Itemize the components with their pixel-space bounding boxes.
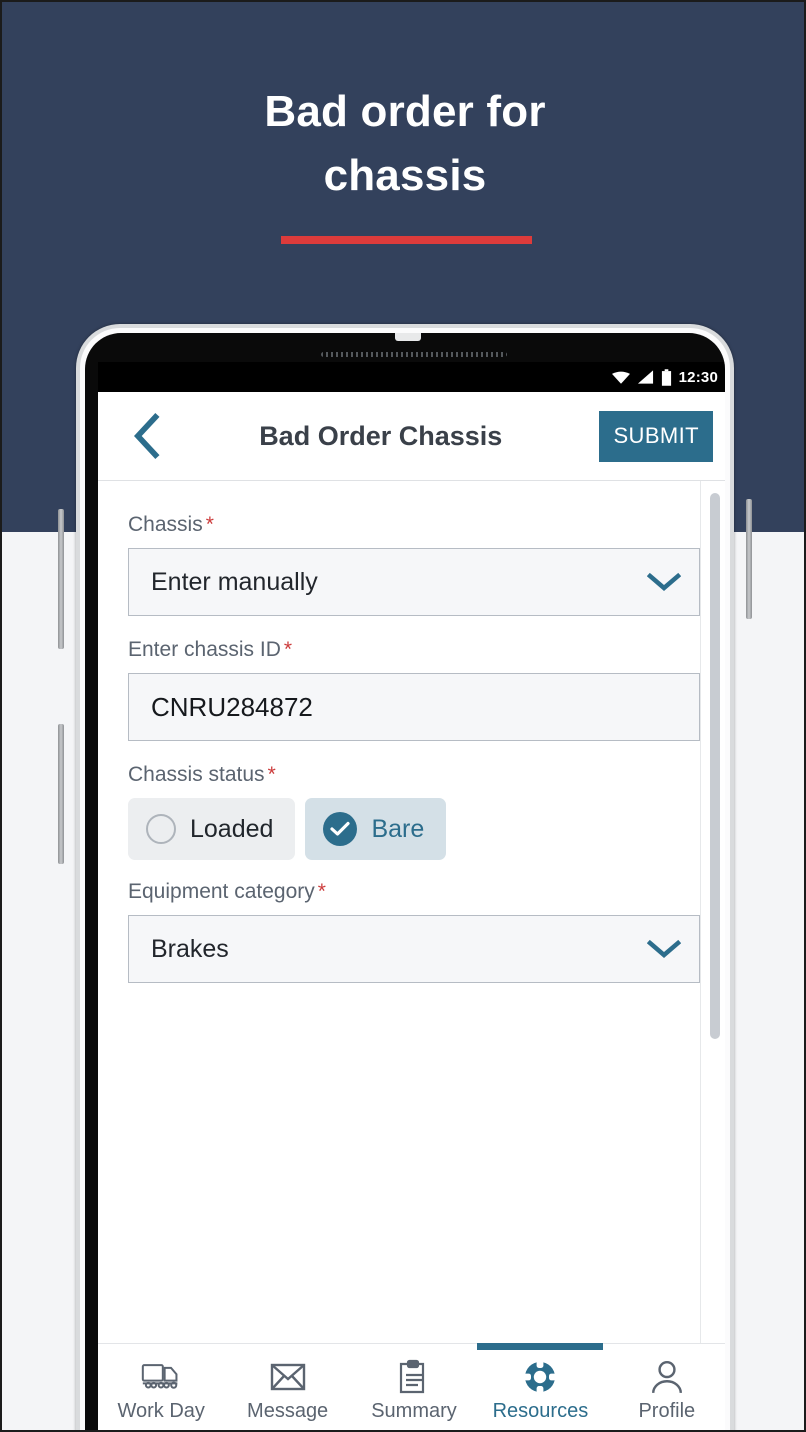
life-ring-icon [524, 1360, 557, 1393]
active-tab-indicator [477, 1343, 604, 1350]
nav-label-summary: Summary [371, 1399, 457, 1422]
form-content: Chassis * Enter manually Enter chassis ID… [98, 481, 725, 1343]
equipment-category-select-value: Brakes [151, 934, 229, 963]
cell-signal-icon [637, 370, 653, 384]
envelope-icon [270, 1363, 305, 1390]
check-icon [330, 821, 351, 836]
chassis-select[interactable]: Enter manually [128, 548, 700, 616]
radio-option-bare-label: Bare [371, 814, 425, 843]
chassis-status-radio-group: Loaded Bare [128, 798, 700, 860]
required-asterisk: * [267, 763, 276, 786]
status-bar-clock: 12:30 [678, 368, 718, 386]
volume-up-button[interactable] [58, 509, 64, 649]
scrollbar-track[interactable] [700, 481, 725, 1343]
clipboard-icon [399, 1359, 425, 1393]
nav-label-profile: Profile [638, 1399, 696, 1422]
volume-down-button[interactable] [58, 724, 64, 864]
nav-item-profile[interactable]: Profile [604, 1344, 725, 1430]
equipment-category-label-text: Equipment category [128, 880, 315, 903]
nav-label-message: Message [247, 1399, 329, 1422]
nav-item-work-day[interactable]: Work Day [98, 1344, 224, 1430]
chassis-id-label-text: Enter chassis ID [128, 638, 281, 661]
submit-button[interactable]: SUBMIT [599, 410, 713, 462]
chassis-field-label: Chassis * [128, 513, 700, 537]
nav-label-work-day: Work Day [117, 1399, 205, 1422]
bottom-navigation-bar: Work Day Message Summary Resources Profi… [98, 1343, 725, 1430]
radio-option-loaded[interactable]: Loaded [128, 798, 296, 860]
radio-option-bare[interactable]: Bare [305, 798, 447, 860]
required-asterisk: * [283, 638, 293, 661]
wifi-icon [611, 371, 630, 384]
equipment-category-field-label: Equipment category * [128, 880, 700, 904]
required-asterisk: * [317, 880, 326, 903]
power-button[interactable] [746, 499, 752, 619]
chassis-id-field-label: Enter chassis ID * [128, 638, 700, 662]
chassis-select-value: Enter manually [151, 567, 318, 596]
nav-item-resources[interactable]: Resources [477, 1343, 604, 1430]
phone-device-mockup: 12:30 Bad Order Chassis SUBMIT Chassis *… [58, 324, 752, 1430]
earpiece-speaker-grille [321, 352, 507, 357]
scrollbar-thumb[interactable] [710, 493, 720, 1039]
screenshot-root: Bad order for chassis 12:30 Bad Order Ch… [0, 0, 806, 1432]
chassis-status-label-text: Chassis status [128, 763, 265, 786]
radio-unchecked-icon [146, 814, 176, 844]
chassis-status-field-label: Chassis status * [128, 763, 700, 787]
equipment-category-select[interactable]: Brakes [128, 915, 700, 983]
nav-label-resources: Resources [492, 1399, 589, 1422]
required-asterisk: * [205, 513, 214, 536]
status-bar: 12:30 [98, 362, 725, 392]
chevron-left-icon [134, 413, 160, 459]
chevron-down-icon [647, 572, 681, 591]
front-camera-nub [395, 333, 421, 341]
radio-checked-icon [323, 812, 358, 846]
chassis-id-input[interactable] [128, 673, 700, 741]
person-icon [651, 1360, 682, 1393]
app-bar: Bad Order Chassis SUBMIT [98, 392, 725, 480]
battery-icon [661, 368, 671, 386]
nav-item-message[interactable]: Message [224, 1344, 350, 1430]
radio-option-loaded-label: Loaded [190, 814, 274, 843]
phone-screen: 12:30 Bad Order Chassis SUBMIT Chassis *… [98, 362, 725, 1430]
chassis-label-text: Chassis [128, 513, 203, 536]
nav-item-summary[interactable]: Summary [351, 1344, 477, 1430]
accent-divider [281, 236, 532, 244]
truck-icon [142, 1363, 178, 1389]
phone-bezel: 12:30 Bad Order Chassis SUBMIT Chassis *… [85, 333, 725, 1430]
app-bar-title: Bad Order Chassis [259, 420, 503, 451]
chevron-down-icon [647, 939, 681, 958]
page-title: Bad order for chassis [264, 87, 546, 200]
